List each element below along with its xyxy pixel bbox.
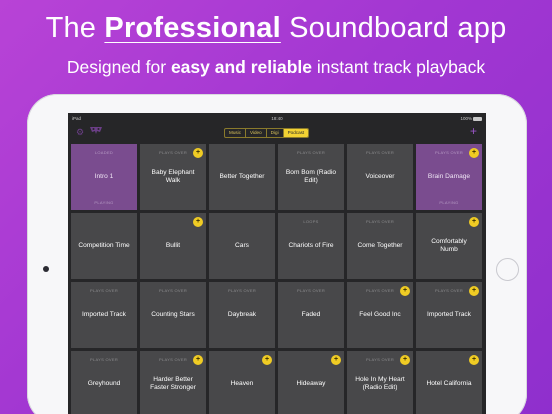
headline-post: Soundboard app [289, 12, 507, 44]
sound-tile[interactable]: Hideaway + [278, 351, 344, 414]
plus-badge-icon[interactable]: + [331, 355, 341, 365]
tile-label: Intro 1 [94, 172, 114, 180]
promo-headline: The Professional Soundboard app [0, 12, 552, 45]
sound-tile[interactable]: PLAYS OVER Faded [278, 282, 344, 348]
sound-tile[interactable]: PLAYS OVER Voiceover [347, 144, 413, 210]
plus-badge-icon[interactable]: + [262, 355, 272, 365]
sound-tile[interactable]: PLAYS OVER Hole In My Heart (Radio Edit) + [347, 351, 413, 414]
gear-icon[interactable]: ⚙ [76, 127, 84, 138]
sound-tile[interactable]: PLAYS OVER Baby Elephant Walk + [140, 144, 206, 210]
subline-post: instant track playback [316, 57, 486, 77]
sound-tile[interactable]: Better Together [209, 144, 275, 210]
tile-status: PLAYS OVER [227, 288, 257, 293]
tile-label: Brain Damage [427, 172, 471, 180]
plus-icon[interactable]: + [470, 124, 477, 138]
sound-tile[interactable]: PLAYS OVER Counting Stars [140, 282, 206, 348]
tile-label: Hideaway [296, 379, 326, 387]
battery-indicator: 100% [460, 116, 482, 121]
tile-status: LOADED [94, 150, 114, 155]
category-tabs: Music Video Digi Podcast [224, 128, 310, 138]
sound-tile[interactable]: Heaven + [209, 351, 275, 414]
plus-badge-icon[interactable]: + [193, 217, 203, 227]
tile-label: Counting Stars [151, 310, 195, 318]
subline-highlight: easy and reliable [170, 57, 312, 77]
headline-highlight: Professional [104, 12, 281, 44]
home-button[interactable] [496, 258, 519, 281]
tile-label: Faded [301, 310, 321, 318]
plus-badge-icon[interactable]: + [400, 286, 410, 296]
tile-label: Hole In My Heart (Radio Edit) [355, 375, 405, 391]
tab-digi[interactable]: Digi [267, 129, 284, 137]
tile-status: PLAYS OVER [296, 288, 326, 293]
tile-label: Come Together [357, 241, 403, 249]
tile-label: Harder Better Faster Stronger [150, 375, 196, 391]
plus-badge-icon[interactable]: + [469, 148, 479, 158]
subline-pre: Designed for [66, 57, 167, 77]
tile-status: PLAYS OVER [296, 150, 326, 155]
sound-tile[interactable]: Comfortably Numb + [416, 213, 482, 279]
camera-icon [43, 266, 49, 272]
sound-tile[interactable]: PLAYS OVER Imported Track + [416, 282, 482, 348]
plus-badge-icon[interactable]: + [193, 355, 203, 365]
tile-label: Heaven [230, 379, 254, 387]
sound-tile[interactable]: LOADED Intro 1 PLAYING [71, 144, 137, 210]
tab-podcast[interactable]: Podcast [283, 129, 309, 137]
plus-badge-icon[interactable]: + [469, 217, 479, 227]
tile-playing-status: PLAYING [439, 200, 459, 205]
battery-icon [473, 116, 482, 121]
plus-badge-icon[interactable]: + [469, 355, 479, 365]
tile-status: PLAYS OVER [158, 288, 188, 293]
sound-tile[interactable]: Hotel California + [416, 351, 482, 414]
tile-label: Feel Good Inc [359, 310, 401, 318]
tile-status: PLAYS OVER [365, 150, 395, 155]
tile-label: Cars [235, 241, 249, 249]
tile-label: Greyhound [87, 379, 121, 387]
tile-status: LOOPS [303, 219, 319, 224]
tile-playing-status: PLAYING [94, 200, 114, 205]
tile-label: Voiceover [365, 172, 395, 180]
tile-label: Baby Elephant Walk [151, 168, 195, 184]
plus-badge-icon[interactable]: + [193, 148, 203, 158]
tile-label: Imported Track [82, 310, 126, 318]
sound-tile[interactable]: LOOPS Chariots of Fire [278, 213, 344, 279]
plus-badge-icon[interactable]: + [469, 286, 479, 296]
sound-tile[interactable]: Competition Time [71, 213, 137, 279]
tile-label: Imported Track [427, 310, 471, 318]
sound-tile[interactable]: Bullit + [140, 213, 206, 279]
sound-tile[interactable]: PLAYS OVER Bom Bom (Radio Edit) [278, 144, 344, 210]
promo-subline: Designed for easy and reliable instant t… [0, 57, 552, 78]
sound-tile[interactable]: PLAYS OVER Feel Good Inc + [347, 282, 413, 348]
clock: 18:40 [271, 116, 283, 121]
tile-status: PLAYS OVER [89, 288, 119, 293]
tile-status: PLAYS OVER [365, 219, 395, 224]
tile-grid: LOADED Intro 1 PLAYING PLAYS OVER Baby Eleph… [71, 144, 483, 414]
tile-label: Chariots of Fire [288, 241, 334, 249]
app-screen: iPad 18:40 100% ⚙ Music Video Digi Podcast … [68, 113, 486, 414]
mask-logo-icon[interactable] [89, 126, 103, 135]
tab-music[interactable]: Music [225, 129, 246, 137]
tile-label: Daybreak [227, 310, 257, 318]
tile-label: Bom Bom (Radio Edit) [285, 168, 337, 184]
tile-label: Competition Time [78, 241, 130, 249]
tile-label: Hotel California [426, 379, 472, 387]
sound-tile[interactable]: PLAYS OVER Greyhound [71, 351, 137, 414]
sound-tile[interactable]: PLAYS OVER Imported Track [71, 282, 137, 348]
headline-pre: The [45, 12, 97, 44]
sound-tile[interactable]: PLAYS OVER Harder Better Faster Stronger + [140, 351, 206, 414]
sound-tile[interactable]: Cars [209, 213, 275, 279]
sound-tile[interactable]: PLAYS OVER Brain Damage PLAYING + [416, 144, 482, 210]
battery-percent: 100% [460, 116, 472, 121]
tile-label: Bullit [165, 241, 181, 249]
tile-label: Comfortably Numb [431, 237, 467, 253]
tab-video[interactable]: Video [246, 129, 267, 137]
toolbar: ⚙ Music Video Digi Podcast + [68, 123, 486, 141]
plus-badge-icon[interactable]: + [400, 355, 410, 365]
tile-label: Better Together [219, 172, 265, 180]
sound-tile[interactable]: PLAYS OVER Daybreak [209, 282, 275, 348]
tile-status: PLAYS OVER [89, 357, 119, 362]
status-bar: iPad 18:40 100% [68, 113, 486, 123]
sound-tile[interactable]: PLAYS OVER Come Together [347, 213, 413, 279]
